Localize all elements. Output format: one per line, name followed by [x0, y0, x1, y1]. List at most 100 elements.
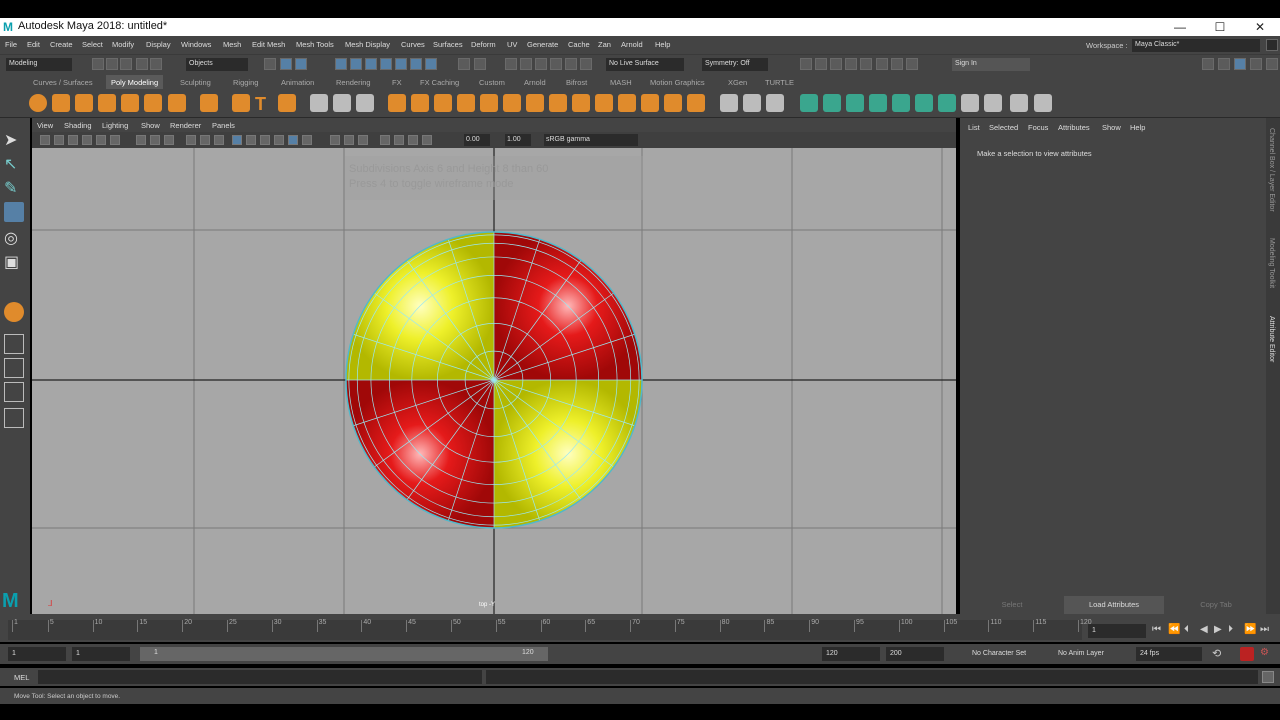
depth-of-field-icon[interactable] [408, 135, 418, 145]
lasso-tool-icon[interactable]: ↖ [4, 154, 24, 174]
snap-pivot-icon[interactable] [425, 58, 437, 70]
preferences-icon[interactable]: ⚙ [1260, 647, 1269, 658]
poke-icon[interactable] [549, 94, 567, 112]
vp-menu-shading[interactable]: Shading [64, 121, 92, 130]
cylindrical-map-icon[interactable] [846, 94, 864, 112]
shelf-tab-bifrost[interactable]: Bifrost [566, 78, 587, 87]
menu-mesh-display[interactable]: Mesh Display [345, 40, 390, 49]
single-perspective-view-icon[interactable] [4, 334, 24, 354]
step-forward-frame-icon[interactable]: ⏵ [1228, 624, 1233, 635]
snap-grid-icon[interactable] [335, 58, 347, 70]
shelf-tab-rigging[interactable]: Rigging [233, 78, 258, 87]
side-tab-channel-box[interactable]: Channel Box / Layer Editor [1268, 128, 1275, 212]
open-scene-icon[interactable] [106, 58, 118, 70]
combine-icon[interactable] [310, 94, 328, 112]
show-channel-box-icon[interactable] [1218, 58, 1230, 70]
select-tool-icon[interactable]: ➤ [4, 130, 24, 150]
command-input[interactable] [38, 670, 482, 684]
collapse-icon[interactable] [618, 94, 636, 112]
sew-uv-icon[interactable] [984, 94, 1002, 112]
range-slider[interactable]: 1 120 [140, 647, 548, 661]
magnet-icon[interactable] [550, 58, 562, 70]
loop-icon[interactable]: ⟲ [1212, 647, 1221, 660]
wedge-icon[interactable] [572, 94, 590, 112]
textured-icon[interactable] [274, 135, 284, 145]
menu-modify[interactable]: Modify [112, 40, 134, 49]
select-object-icon[interactable] [280, 58, 292, 70]
shelf-tab-turtle[interactable]: TURTLE [765, 78, 794, 87]
unfold-icon[interactable] [915, 94, 933, 112]
append-icon[interactable] [526, 94, 544, 112]
circularize-icon[interactable] [595, 94, 613, 112]
type-icon[interactable]: T [255, 94, 273, 114]
2d-pan-zoom-icon[interactable] [96, 135, 106, 145]
vp-menu-lighting[interactable]: Lighting [102, 121, 128, 130]
redo-icon[interactable] [150, 58, 162, 70]
symmetry-dropdown[interactable]: Symmetry: Off [702, 58, 768, 71]
menu-file[interactable]: File [5, 40, 17, 49]
color-space-dropdown[interactable]: sRGB gamma [544, 134, 638, 146]
separate-icon[interactable] [333, 94, 351, 112]
time-slider[interactable]: 1 5 10 15 20 25 30 35 40 45 50 55 60 65 70 75 80 85 90 95 10… [0, 614, 1280, 642]
platonic-solid-icon[interactable] [200, 94, 218, 112]
ae-menu-show[interactable]: Show [1102, 123, 1121, 132]
workspace-dropdown[interactable]: Maya Classic* [1132, 39, 1260, 52]
smooth-icon[interactable] [356, 94, 374, 112]
light-editor-icon[interactable] [891, 58, 903, 70]
menu-cache[interactable]: Cache [568, 40, 590, 49]
move-sew-icon[interactable] [1010, 94, 1028, 112]
grease-pencil-icon[interactable] [110, 135, 120, 145]
anim-layer-dropdown[interactable]: No Anim Layer [1054, 647, 1124, 661]
ae-menu-selected[interactable]: Selected [989, 123, 1018, 132]
ambient-occlusion-icon[interactable] [358, 135, 368, 145]
script-language-label[interactable]: MEL [14, 673, 29, 682]
menu-generate[interactable]: Generate [527, 40, 558, 49]
construction-history-icon[interactable] [474, 58, 486, 70]
shelf-tab-mash[interactable]: MASH [610, 78, 632, 87]
shelf-tab-custom[interactable]: Custom [479, 78, 505, 87]
ae-menu-attributes[interactable]: Attributes [1058, 123, 1090, 132]
resolution-gate-icon[interactable] [164, 135, 174, 145]
menu-uv[interactable]: UV [507, 40, 517, 49]
average-icon[interactable] [664, 94, 682, 112]
lock-icon[interactable] [458, 58, 470, 70]
planar-map-icon[interactable] [823, 94, 841, 112]
ipr-render-icon[interactable] [830, 58, 842, 70]
menu-windows[interactable]: Windows [181, 40, 211, 49]
step-back-key-icon[interactable]: ⏪ [1168, 624, 1180, 635]
ae-copy-tab-button[interactable]: Copy Tab [1166, 596, 1266, 614]
ae-menu-help[interactable]: Help [1130, 123, 1145, 132]
shelf-tab-arnold[interactable]: Arnold [524, 78, 546, 87]
menu-display[interactable]: Display [146, 40, 171, 49]
triangulate-icon[interactable] [687, 94, 705, 112]
menu-surfaces[interactable]: Surfaces [433, 40, 463, 49]
ae-load-attributes-button[interactable]: Load Attributes [1064, 596, 1164, 614]
undo-icon[interactable] [136, 58, 148, 70]
mirror-icon[interactable] [411, 94, 429, 112]
svg-icon[interactable] [278, 94, 296, 112]
construction-icon[interactable] [535, 58, 547, 70]
poly-sphere-icon[interactable] [29, 94, 47, 112]
vp-menu-renderer[interactable]: Renderer [170, 121, 201, 130]
ae-select-button[interactable]: Select [962, 596, 1062, 614]
selection-mode-dropdown[interactable]: Objects [186, 58, 248, 71]
shelf-tab-curves-surfaces[interactable]: Curves / Surfaces [33, 78, 93, 87]
extrude-icon[interactable] [480, 94, 498, 112]
shelf-tab-fx-caching[interactable]: FX Caching [420, 78, 459, 87]
layout-uv-icon[interactable] [938, 94, 956, 112]
snap-vertex-icon[interactable] [410, 58, 422, 70]
gamma-field[interactable]: 1.00 [505, 134, 531, 146]
auto-key-icon[interactable] [1240, 647, 1254, 661]
rotate-tool-icon[interactable]: ◎ [4, 228, 24, 248]
animation-start-field[interactable]: 1 [8, 647, 66, 661]
select-component-icon[interactable] [295, 58, 307, 70]
wireframe-icon[interactable] [232, 135, 242, 145]
render-view-icon[interactable] [800, 58, 812, 70]
ae-menu-focus[interactable]: Focus [1028, 123, 1048, 132]
show-tool-settings-icon[interactable] [1250, 58, 1262, 70]
spherical-map-icon[interactable] [869, 94, 887, 112]
side-tab-attribute-editor[interactable]: Attribute Editor [1268, 316, 1275, 362]
history-icon[interactable] [580, 58, 592, 70]
shelf-tab-rendering[interactable]: Rendering [336, 78, 371, 87]
play-backwards-icon[interactable]: ◀ [1200, 624, 1208, 635]
